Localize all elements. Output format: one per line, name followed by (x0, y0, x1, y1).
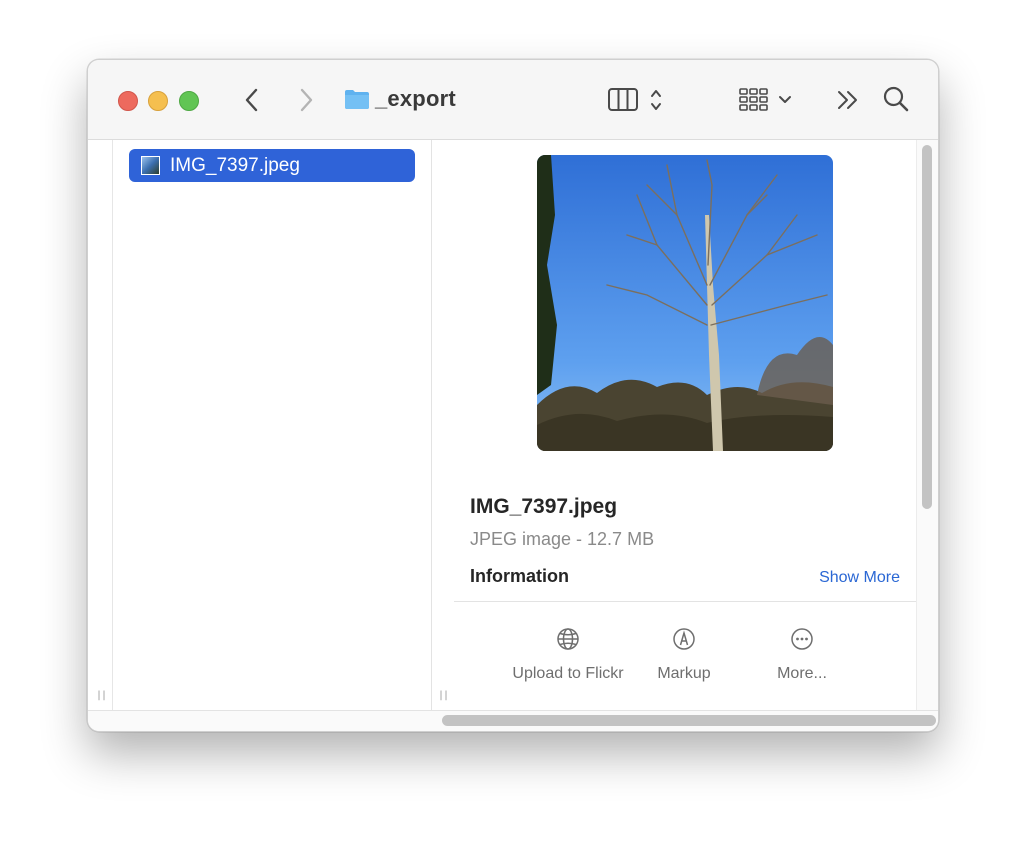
double-chevron-right-icon[interactable] (836, 89, 860, 111)
chevron-right-icon[interactable] (296, 87, 316, 113)
finder-window: _export || || || IMG (87, 59, 939, 732)
search-icon[interactable] (882, 85, 910, 113)
file-column (88, 140, 432, 710)
image-file-icon (141, 156, 160, 175)
preview-file-meta: JPEG image - 12.7 MB (470, 529, 655, 549)
more-actions-button[interactable]: More... (742, 627, 862, 685)
image-preview (537, 155, 833, 451)
parent-column (88, 140, 113, 710)
action-label: Markup (657, 665, 711, 682)
action-label: More... (777, 665, 827, 682)
folder-icon (345, 90, 369, 109)
preview-pane: IMG_7397.jpeg JPEG image - 12.7 MB Infor… (454, 140, 916, 710)
column-resize-handle[interactable]: || (96, 690, 107, 701)
ellipsis-circle-icon (791, 628, 813, 650)
window-title: _export (375, 86, 456, 111)
column-view-icon[interactable] (607, 86, 669, 114)
toolbar: _export (88, 60, 938, 140)
vertical-scroll-thumb[interactable] (922, 145, 932, 509)
globe-icon (557, 628, 579, 650)
grid-group-icon[interactable] (738, 86, 796, 114)
file-name: IMG_7397.jpeg (170, 154, 300, 176)
file-row-selected[interactable]: IMG_7397.jpeg (129, 149, 415, 182)
chevron-left-icon[interactable] (242, 87, 262, 113)
column-resize-handle[interactable]: || (438, 690, 449, 701)
markup-pen-icon (673, 628, 695, 650)
markup-button[interactable]: Markup (624, 627, 744, 685)
horizontal-scroll-thumb[interactable] (442, 715, 936, 726)
upload-to-flickr-button[interactable]: Upload to Flickr (508, 627, 628, 685)
action-label: Upload to Flickr (512, 665, 624, 682)
minimize-button[interactable] (148, 91, 168, 111)
information-heading: Information (470, 566, 569, 586)
divider (454, 601, 916, 602)
close-button[interactable] (118, 91, 138, 111)
zoom-button[interactable] (179, 91, 199, 111)
preview-file-name: IMG_7397.jpeg (470, 495, 618, 518)
show-more-link[interactable]: Show More (819, 569, 900, 587)
